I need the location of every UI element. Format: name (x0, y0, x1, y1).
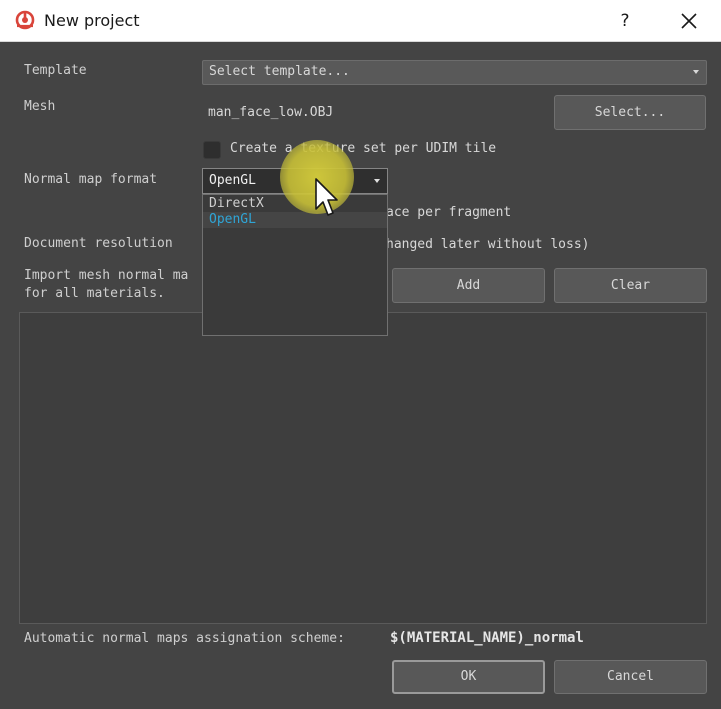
normal-maps-list[interactable] (19, 312, 707, 624)
normal-map-format-label: Normal map format (24, 172, 158, 187)
import-normal-maps-label-line1: Import mesh normal ma (24, 268, 189, 283)
mesh-label: Mesh (24, 99, 56, 114)
normal-map-format-value: OpenGL (209, 173, 256, 188)
chevron-down-icon (693, 70, 699, 74)
substance-painter-logo-icon (15, 10, 35, 30)
title-bar: New project ? (0, 0, 721, 42)
new-project-dialog: New project ? Template Select template..… (0, 0, 721, 709)
dropdown-option-opengl[interactable]: OpenGL (203, 212, 387, 228)
add-button[interactable]: Add (392, 268, 545, 303)
clear-button[interactable]: Clear (554, 268, 707, 303)
mesh-select-button[interactable]: Select... (554, 95, 706, 130)
mesh-filename: man_face_low.OBJ (208, 105, 334, 120)
mouse-pointer-icon (315, 178, 338, 216)
chevron-down-icon (374, 179, 380, 183)
scheme-label: Automatic normal maps assignation scheme… (24, 631, 345, 646)
template-combo[interactable]: Select template... (202, 60, 707, 85)
template-combo-value: Select template... (209, 64, 350, 79)
scheme-value: $(MATERIAL_NAME)_normal (390, 630, 584, 646)
udim-checkbox[interactable] (203, 141, 221, 159)
normal-map-format-dropdown: DirectX OpenGL (202, 194, 388, 336)
close-icon[interactable] (676, 8, 702, 34)
document-resolution-note: hanged later without loss) (386, 237, 590, 252)
udim-checkbox-label[interactable]: Create a texture set per UDIM tile (230, 141, 496, 156)
ok-button[interactable]: OK (392, 660, 545, 694)
import-normal-maps-label-line2: for all materials. (24, 286, 165, 301)
template-label: Template (24, 63, 87, 78)
cancel-button[interactable]: Cancel (554, 660, 707, 694)
help-button[interactable]: ? (612, 8, 638, 34)
tangent-per-fragment-label[interactable]: ace per fragment (386, 205, 511, 220)
document-resolution-label: Document resolution (24, 236, 173, 251)
window-title: New project (44, 11, 140, 30)
